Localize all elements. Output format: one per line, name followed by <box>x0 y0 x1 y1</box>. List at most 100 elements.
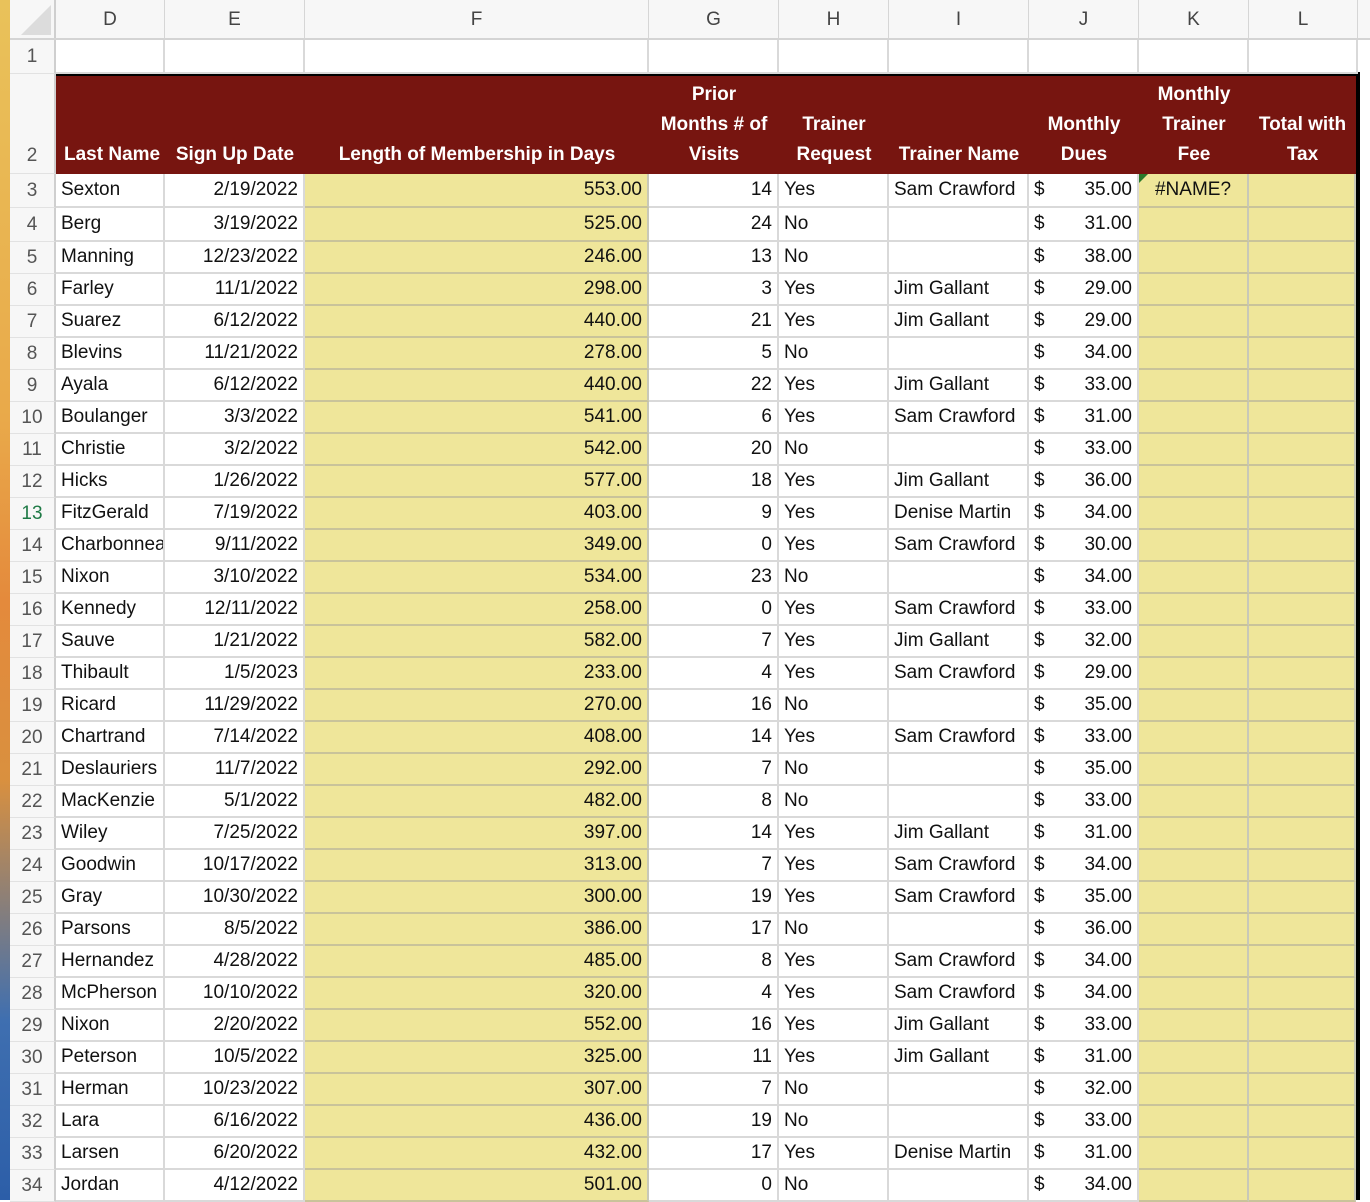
row-header-20[interactable]: 20 <box>10 722 56 754</box>
cell-last-name[interactable]: Blevins <box>56 338 165 370</box>
cell-membership-days[interactable]: 270.00 <box>305 690 649 722</box>
cell-membership-days[interactable]: 440.00 <box>305 306 649 338</box>
column-header-e[interactable]: E <box>165 0 305 38</box>
cell-monthly-trainer-fee[interactable] <box>1139 530 1249 562</box>
cell-prior-visits[interactable]: 14 <box>649 722 779 754</box>
cell-monthly-dues[interactable]: $34.00 <box>1029 946 1139 978</box>
cell-sign-up-date[interactable]: 5/1/2022 <box>165 786 305 818</box>
cell-membership-days[interactable]: 534.00 <box>305 562 649 594</box>
cell-last-name[interactable]: Charbonneau <box>56 530 165 562</box>
cell-sign-up-date[interactable]: 8/5/2022 <box>165 914 305 946</box>
row-header-16[interactable]: 16 <box>10 594 56 626</box>
cell-trainer-request[interactable]: No <box>779 1170 889 1202</box>
empty-cell[interactable] <box>1029 40 1139 74</box>
cell-total-with-tax[interactable] <box>1249 1074 1356 1106</box>
cell-trainer-name[interactable]: Denise Martin <box>889 1138 1029 1170</box>
cell-trainer-name[interactable] <box>889 914 1029 946</box>
cell-monthly-dues[interactable]: $34.00 <box>1029 498 1139 530</box>
row-header-26[interactable]: 26 <box>10 914 56 946</box>
cell-trainer-request[interactable]: Yes <box>779 978 889 1010</box>
cell-total-with-tax[interactable] <box>1249 626 1356 658</box>
column-header-i[interactable]: I <box>889 0 1029 38</box>
cell-prior-visits[interactable]: 14 <box>649 174 779 208</box>
cell-monthly-dues[interactable]: $33.00 <box>1029 434 1139 466</box>
cell-trainer-request[interactable]: No <box>779 242 889 274</box>
column-header-k[interactable]: K <box>1139 0 1249 38</box>
header-last-name[interactable]: Last Name <box>56 76 165 174</box>
empty-cell[interactable] <box>56 40 165 74</box>
cell-trainer-name[interactable]: Sam Crawford <box>889 402 1029 434</box>
cell-sign-up-date[interactable]: 3/10/2022 <box>165 562 305 594</box>
cell-last-name[interactable]: Boulanger <box>56 402 165 434</box>
cell-monthly-trainer-fee[interactable] <box>1139 242 1249 274</box>
cell-membership-days[interactable]: 300.00 <box>305 882 649 914</box>
column-header-l[interactable]: L <box>1249 0 1358 38</box>
cell-membership-days[interactable]: 278.00 <box>305 338 649 370</box>
cell-total-with-tax[interactable] <box>1249 786 1356 818</box>
cell-membership-days[interactable]: 501.00 <box>305 1170 649 1202</box>
cell-trainer-request[interactable]: Yes <box>779 1138 889 1170</box>
cell-membership-days[interactable]: 525.00 <box>305 208 649 242</box>
cell-monthly-trainer-fee[interactable] <box>1139 338 1249 370</box>
cell-sign-up-date[interactable]: 11/29/2022 <box>165 690 305 722</box>
column-header-f[interactable]: F <box>305 0 649 38</box>
cell-monthly-trainer-fee[interactable] <box>1139 466 1249 498</box>
cell-monthly-trainer-fee[interactable] <box>1139 434 1249 466</box>
cell-membership-days[interactable]: 397.00 <box>305 818 649 850</box>
cell-prior-visits[interactable]: 11 <box>649 1042 779 1074</box>
cell-total-with-tax[interactable] <box>1249 530 1356 562</box>
cell-trainer-request[interactable]: Yes <box>779 658 889 690</box>
cell-monthly-trainer-fee[interactable] <box>1139 1106 1249 1138</box>
cell-sign-up-date[interactable]: 11/21/2022 <box>165 338 305 370</box>
cell-total-with-tax[interactable] <box>1249 1106 1356 1138</box>
cell-trainer-request[interactable]: Yes <box>779 530 889 562</box>
cell-monthly-dues[interactable]: $34.00 <box>1029 978 1139 1010</box>
cell-membership-days[interactable]: 386.00 <box>305 914 649 946</box>
cell-last-name[interactable]: Ricard <box>56 690 165 722</box>
row-header-21[interactable]: 21 <box>10 754 56 786</box>
row-header-9[interactable]: 9 <box>10 370 56 402</box>
cell-last-name[interactable]: Goodwin <box>56 850 165 882</box>
cell-trainer-name[interactable] <box>889 338 1029 370</box>
cell-prior-visits[interactable]: 4 <box>649 978 779 1010</box>
cell-monthly-trainer-fee[interactable] <box>1139 1074 1249 1106</box>
row-header-18[interactable]: 18 <box>10 658 56 690</box>
cell-membership-days[interactable]: 298.00 <box>305 274 649 306</box>
cell-trainer-request[interactable]: Yes <box>779 722 889 754</box>
cell-membership-days[interactable]: 292.00 <box>305 754 649 786</box>
cell-trainer-request[interactable]: Yes <box>779 1042 889 1074</box>
cell-membership-days[interactable]: 577.00 <box>305 466 649 498</box>
cell-total-with-tax[interactable] <box>1249 978 1356 1010</box>
row-header-23[interactable]: 23 <box>10 818 56 850</box>
cell-total-with-tax[interactable] <box>1249 1170 1356 1202</box>
cell-total-with-tax[interactable] <box>1249 174 1356 208</box>
cell-trainer-name[interactable] <box>889 754 1029 786</box>
cell-last-name[interactable]: Lara <box>56 1106 165 1138</box>
cell-sign-up-date[interactable]: 4/28/2022 <box>165 946 305 978</box>
row-header-1[interactable]: 1 <box>10 40 56 74</box>
cell-monthly-trainer-fee[interactable] <box>1139 1138 1249 1170</box>
cell-membership-days[interactable]: 436.00 <box>305 1106 649 1138</box>
cell-trainer-name[interactable] <box>889 562 1029 594</box>
row-header-15[interactable]: 15 <box>10 562 56 594</box>
cell-prior-visits[interactable]: 16 <box>649 690 779 722</box>
cell-membership-days[interactable]: 349.00 <box>305 530 649 562</box>
cell-last-name[interactable]: Gray <box>56 882 165 914</box>
cell-monthly-trainer-fee[interactable] <box>1139 914 1249 946</box>
row-header-27[interactable]: 27 <box>10 946 56 978</box>
cell-monthly-trainer-fee[interactable] <box>1139 818 1249 850</box>
row-header-5[interactable]: 5 <box>10 242 56 274</box>
cell-membership-days[interactable]: 246.00 <box>305 242 649 274</box>
cell-last-name[interactable]: Chartrand <box>56 722 165 754</box>
cell-membership-days[interactable]: 258.00 <box>305 594 649 626</box>
cell-last-name[interactable]: Hicks <box>56 466 165 498</box>
cell-sign-up-date[interactable]: 6/16/2022 <box>165 1106 305 1138</box>
header-length-of-membership[interactable]: Length of Membership in Days <box>305 76 649 174</box>
cell-total-with-tax[interactable] <box>1249 882 1356 914</box>
cell-total-with-tax[interactable] <box>1249 658 1356 690</box>
cell-monthly-dues[interactable]: $34.00 <box>1029 338 1139 370</box>
cell-prior-visits[interactable]: 18 <box>649 466 779 498</box>
header-monthly-dues[interactable]: Monthly Dues <box>1029 76 1139 174</box>
header-prior-visits[interactable]: Prior Months # of Visits <box>649 76 779 174</box>
cell-total-with-tax[interactable] <box>1249 818 1356 850</box>
